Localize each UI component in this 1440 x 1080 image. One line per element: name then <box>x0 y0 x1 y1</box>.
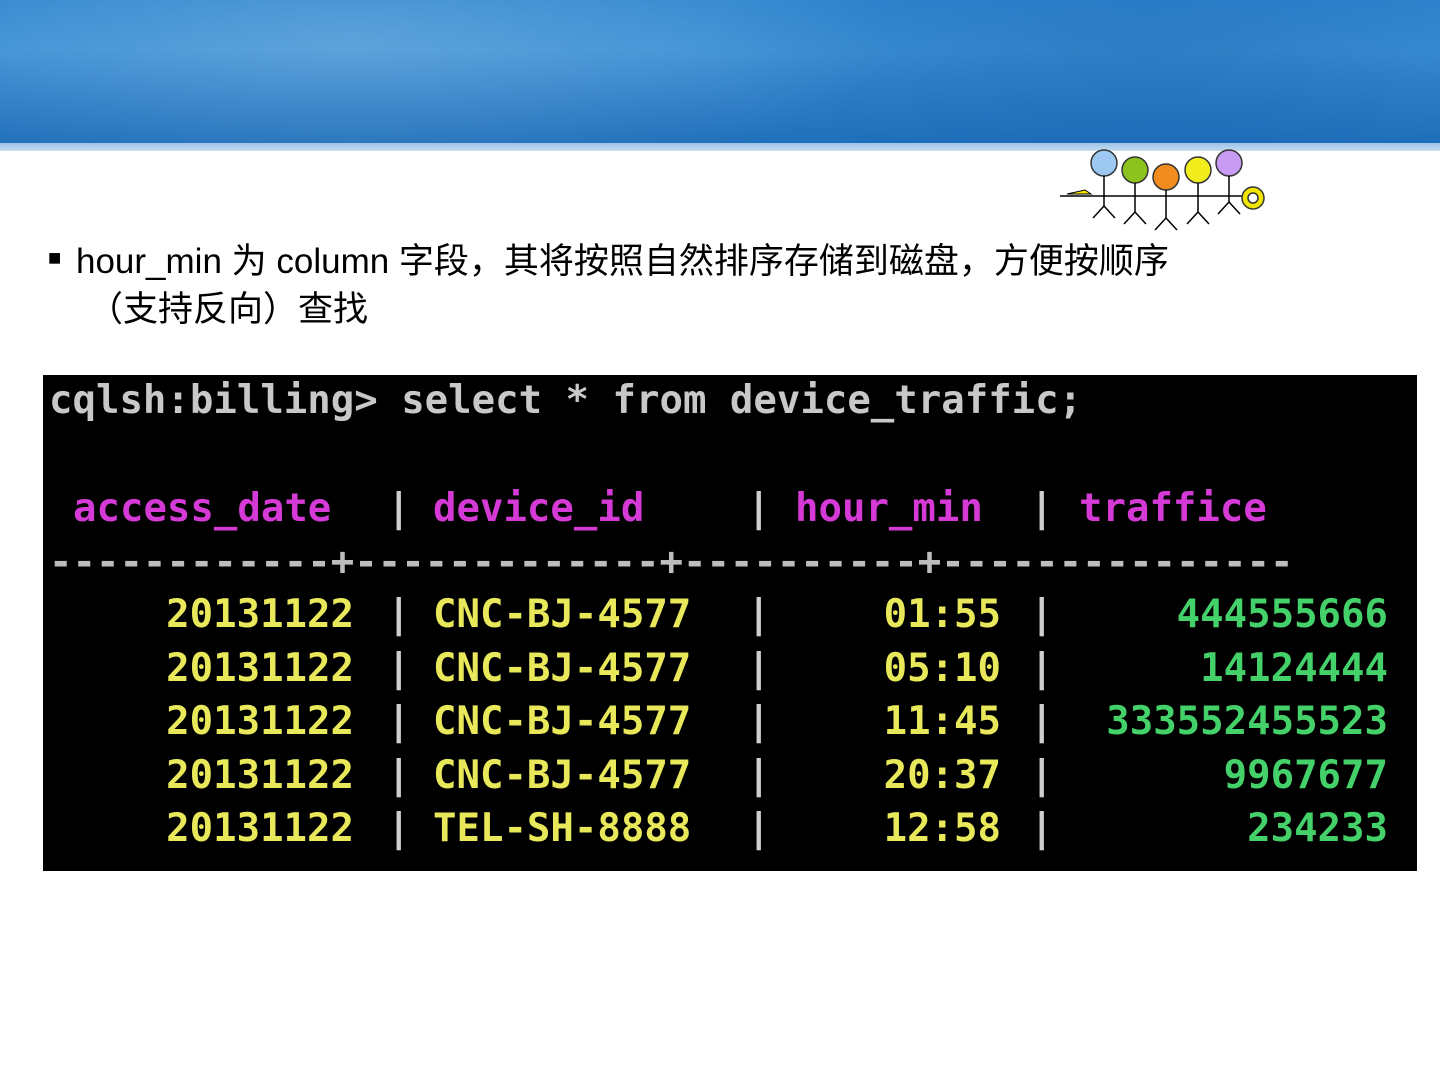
column-separator: | <box>387 806 411 851</box>
header-device-id: device_id <box>433 486 645 531</box>
cell-hour-min: 05:10 <box>883 645 1001 691</box>
cell-access-date: 20131122 <box>166 806 354 851</box>
cell-device-id: CNC-BJ-4577 <box>433 592 692 637</box>
column-separator: | <box>747 752 771 798</box>
cell-traffice: 14124444 <box>1200 645 1388 691</box>
table-row: 20131122 | CNC-BJ-4577 | 05:10 | 14124444 <box>43 643 1417 695</box>
header-banner <box>0 0 1440 143</box>
cell-access-date: 20131122 <box>166 699 354 744</box>
column-separator: | <box>1030 699 1054 744</box>
cell-access-date: 20131122 <box>166 645 354 691</box>
table-row: 20131122 | CNC-BJ-4577 | 20:37 | 9967677 <box>43 750 1417 802</box>
cell-device-id: CNC-BJ-4577 <box>433 699 692 744</box>
cell-traffice: 234233 <box>1247 806 1388 851</box>
people-figures-logo <box>1060 149 1265 231</box>
table-row: 20131122 | CNC-BJ-4577 | 01:55 | 444555666 <box>43 589 1417 641</box>
column-separator: | <box>1030 486 1054 531</box>
column-separator: | <box>387 645 411 691</box>
header-traffice: traffice <box>1079 486 1267 531</box>
column-separator: | <box>747 592 771 637</box>
cell-hour-min: 20:37 <box>883 752 1001 798</box>
bullet-square-icon: ■ <box>48 245 62 270</box>
cql-prompt-line: cqlsh:billing> select * from device_traf… <box>49 378 1083 423</box>
terminal-screenshot: cqlsh:billing> select * from device_traf… <box>43 375 1417 871</box>
table-divider: ------------+-------------+----------+--… <box>49 540 1294 585</box>
table-row: 20131122 | CNC-BJ-4577 | 11:45 | 333552455523 <box>43 696 1417 748</box>
bullet-line-2: （支持反向）查找 <box>88 290 369 329</box>
column-separator: | <box>747 645 771 691</box>
cell-hour-min: 12:58 <box>883 806 1001 851</box>
cell-traffice: 333552455523 <box>1106 699 1388 744</box>
table-header-row: access_date | device_id | hour_min | tra… <box>43 483 1417 535</box>
cell-device-id: CNC-BJ-4577 <box>433 645 692 691</box>
cell-traffice: 444555666 <box>1176 592 1388 637</box>
column-separator: | <box>1030 806 1054 851</box>
bullet-line-1: hour_min 为 column 字段，其将按照自然排序存储到磁盘，方便按顺序 <box>76 242 1169 281</box>
cell-access-date: 20131122 <box>166 752 354 798</box>
cell-device-id: CNC-BJ-4577 <box>433 752 692 798</box>
table-row: 20131122 | TEL-SH-8888 | 12:58 | 234233 <box>43 803 1417 855</box>
column-separator: | <box>1030 752 1054 798</box>
cell-device-id: TEL-SH-8888 <box>433 806 692 851</box>
column-separator: | <box>387 592 411 637</box>
cell-traffice: 9967677 <box>1223 752 1388 798</box>
cell-hour-min: 01:55 <box>883 592 1001 637</box>
bullet-point: ■ hour_min 为 column 字段，其将按照自然排序存储到磁盘，方便按… <box>48 238 1348 334</box>
column-separator: | <box>387 752 411 798</box>
slide: ■ hour_min 为 column 字段，其将按照自然排序存储到磁盘，方便按… <box>0 0 1440 1080</box>
column-separator: | <box>747 699 771 744</box>
column-separator: | <box>747 806 771 851</box>
cell-access-date: 20131122 <box>166 592 354 637</box>
cell-hour-min: 11:45 <box>883 699 1001 744</box>
column-separator: | <box>1030 645 1054 691</box>
header-hour-min: hour_min <box>795 486 983 531</box>
column-separator: | <box>387 699 411 744</box>
column-separator: | <box>1030 592 1054 637</box>
column-separator: | <box>387 486 411 531</box>
column-separator: | <box>747 486 771 531</box>
header-access-date: access_date <box>73 486 332 531</box>
